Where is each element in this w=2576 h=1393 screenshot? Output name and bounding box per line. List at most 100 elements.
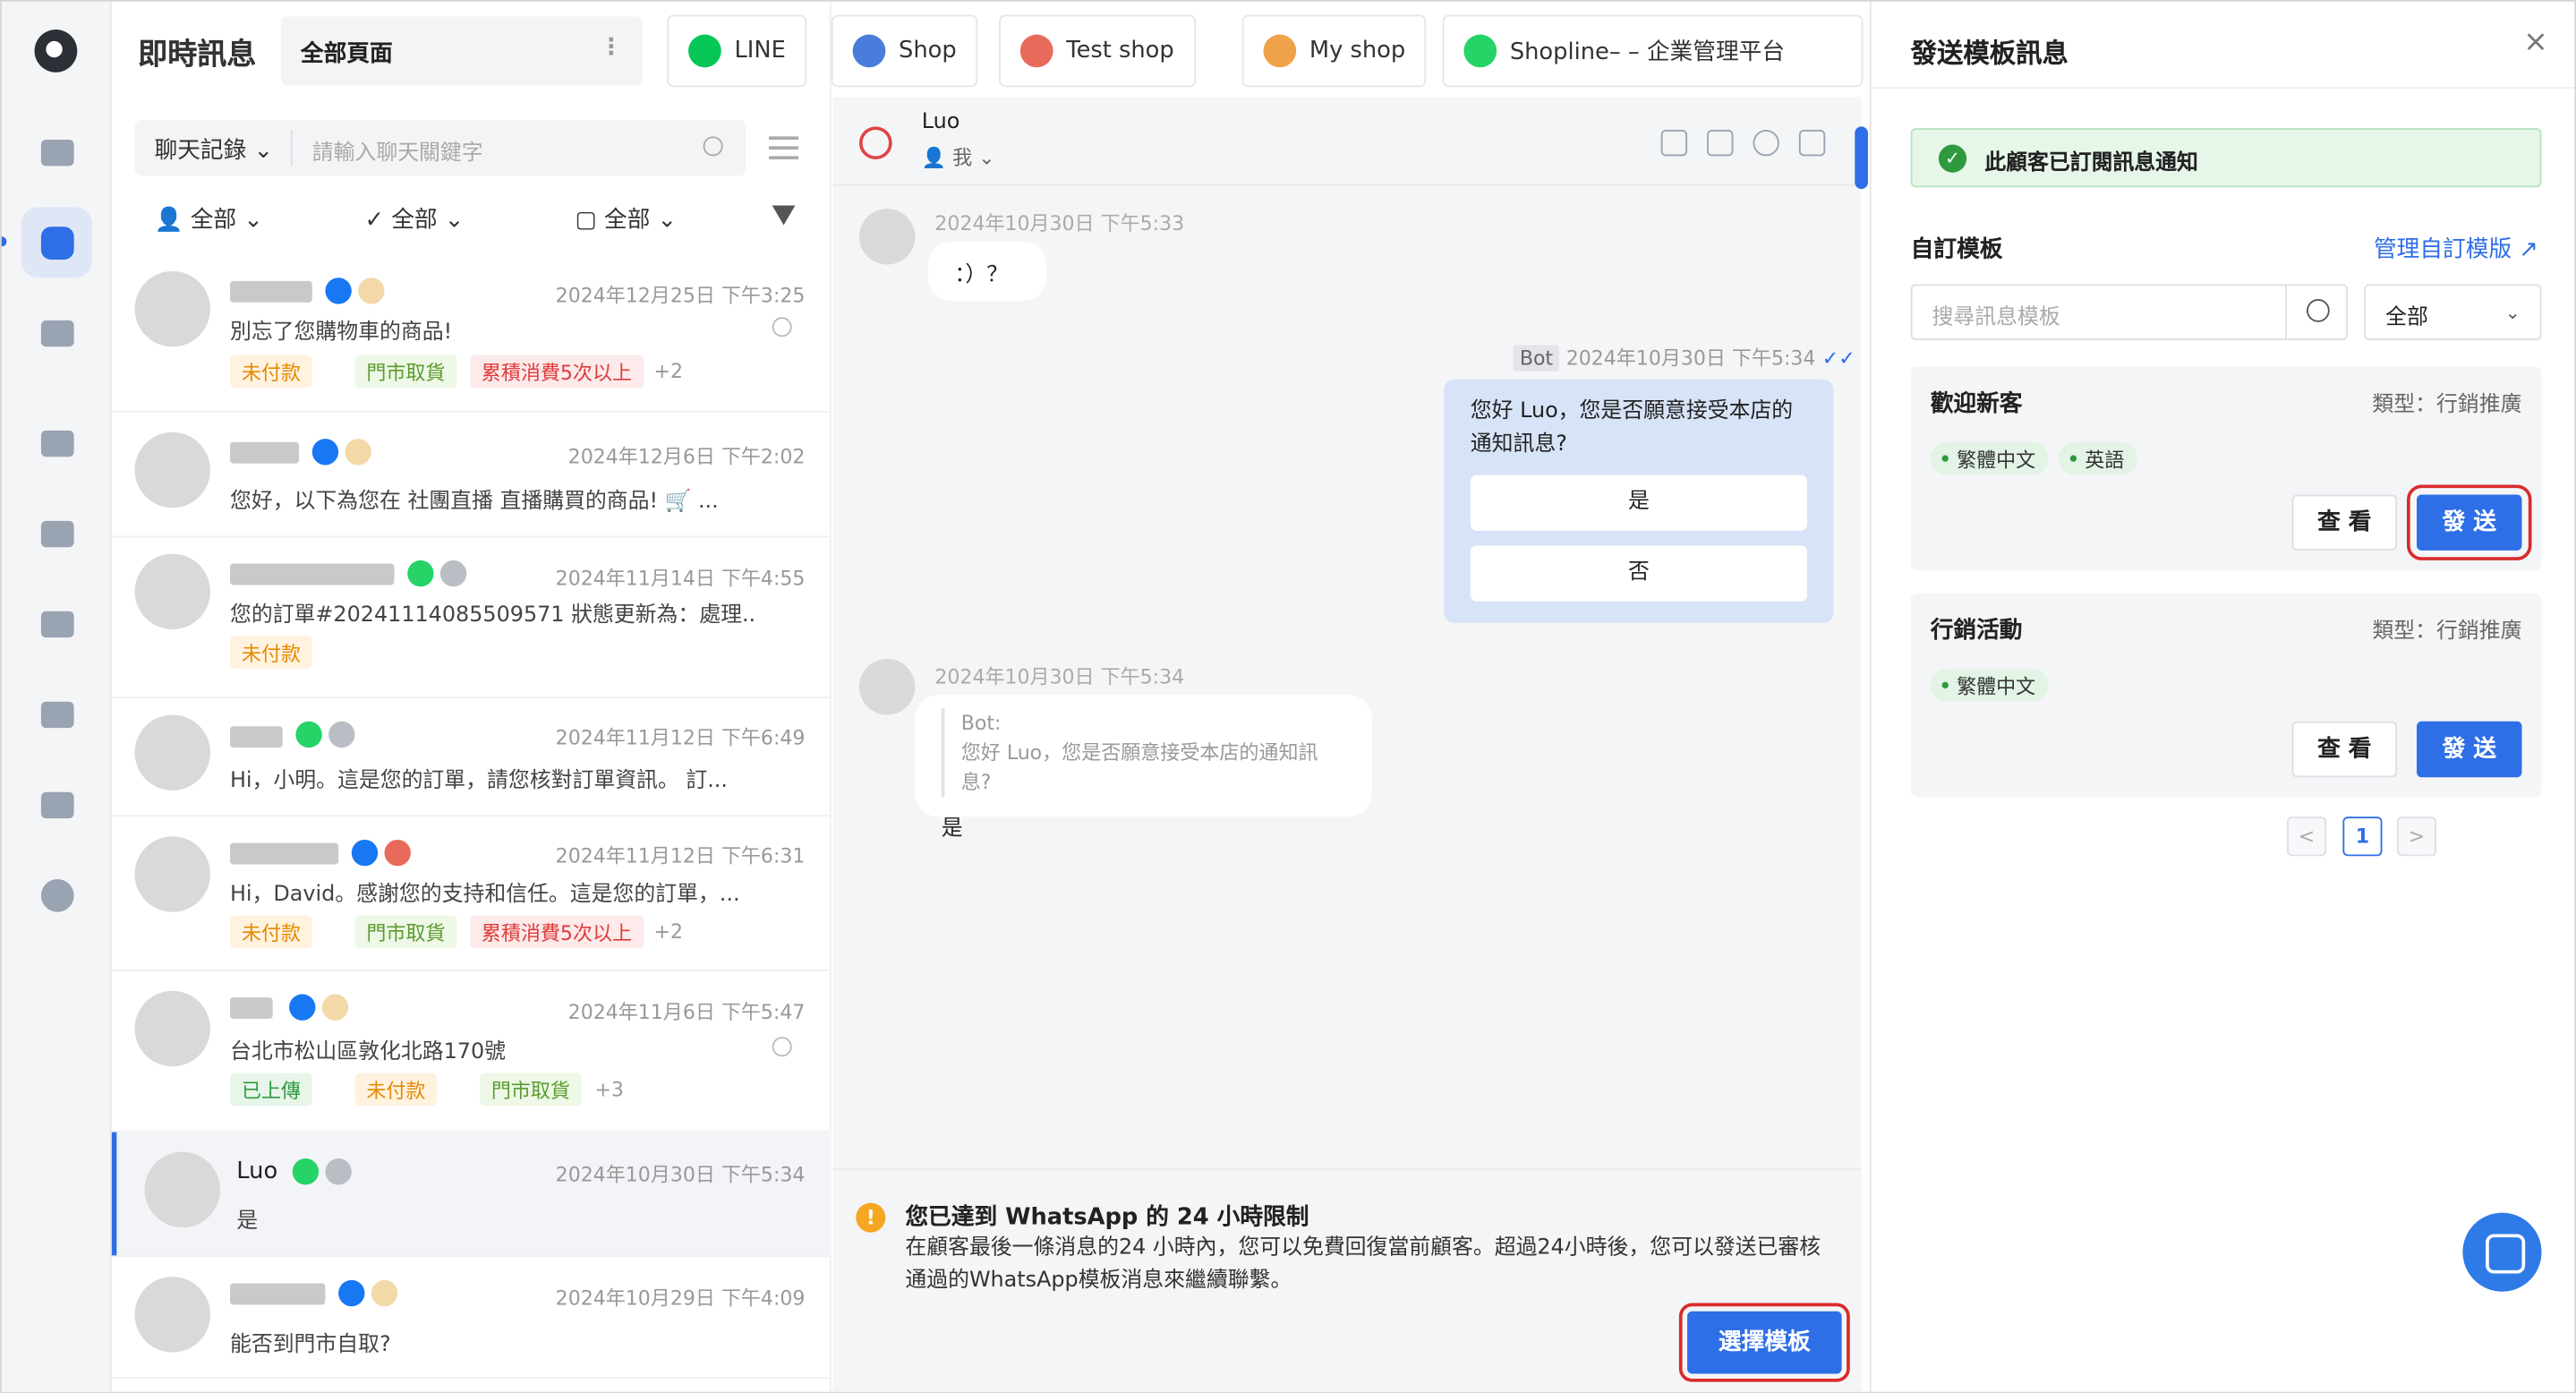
warning-icon: !	[856, 1202, 886, 1233]
app-logo-icon	[34, 30, 78, 73]
bell-icon[interactable]	[21, 588, 92, 659]
tab-shopline[interactable]: Shopline– – 企業管理平台	[1442, 14, 1864, 88]
funnel-icon[interactable]	[772, 205, 796, 226]
template-category-select[interactable]: 全部 ⌄	[2364, 284, 2542, 340]
avatar	[134, 432, 210, 508]
shop-icon	[852, 34, 886, 68]
my-shop-icon	[1263, 34, 1297, 68]
timestamp: 2024年11月14日 下午4:55	[555, 567, 806, 590]
read-status-filter[interactable]: ✓ 全部 ⌄	[364, 202, 464, 235]
conversation-item[interactable]: 2024年11月12日 下午6:49 Hi，小明。這是您的訂單，請您核對訂單資訊…	[111, 698, 832, 817]
image-icon[interactable]	[21, 297, 92, 368]
more-tags-count[interactable]: +3	[594, 1078, 623, 1101]
select-value: 全部	[2385, 305, 2428, 330]
tag-icon[interactable]	[21, 498, 92, 568]
more-tags-count[interactable]: +2	[654, 360, 683, 383]
conversation-item[interactable]: 2024年11月6日 下午5:47 台北市松山區敦化北路170號 已上傳 未付款…	[111, 971, 832, 1132]
tab-line[interactable]: LINE	[667, 14, 807, 88]
facebook-icon	[289, 994, 316, 1021]
conversation-item[interactable]: 2024年12月25日 下午3:25 別忘了您購物車的商品! 未付款 門市取貨 …	[111, 252, 832, 413]
message-preview: 您好，以下為您在 社團直播 直播購買的商品! 🛒 ...	[229, 489, 719, 515]
app-title: 即時訊息	[138, 38, 257, 73]
quote-text: 您好 Luo，您是否願意接受本店的通知訊息?	[960, 740, 1318, 794]
shop-icon	[371, 1279, 398, 1307]
tab-label: Shop	[899, 38, 957, 64]
limit-title: 您已達到 WhatsApp 的 24 小時限制	[905, 1204, 1309, 1231]
subscription-text: 此顧客已訂閱訊息通知	[1984, 150, 2198, 176]
search-scope-select[interactable]: 聊天記錄 ⌄	[155, 133, 274, 167]
inbox-icon[interactable]	[21, 116, 92, 187]
page-select[interactable]: 全部頁面 ⋮	[280, 16, 643, 86]
tab-test-shop[interactable]: Test shop	[998, 14, 1196, 88]
message-preview: Hi，David。感謝您的支持和信任。這是您的訂單，...	[229, 882, 740, 908]
next-page-button[interactable]: >	[2396, 816, 2437, 857]
star-icon[interactable]	[1660, 130, 1688, 157]
assignee-select[interactable]: 👤 我 ⌄	[922, 143, 995, 171]
tab-label: Test shop	[1066, 38, 1174, 64]
tab-shop[interactable]: Shop	[831, 14, 978, 88]
send-template-button[interactable]: 發 送	[2407, 484, 2532, 560]
bot-message: 您好 Luo，您是否願意接受本店的通知訊息? 是 否	[1444, 380, 1834, 623]
language-tag: 繁體中文	[1930, 669, 2049, 702]
contact-name-redacted	[229, 563, 395, 585]
more-tags-count[interactable]: +2	[654, 920, 683, 944]
note-icon[interactable]	[1798, 130, 1826, 157]
incoming-reply-message: Bot: 您好 Luo，您是否願意接受本店的通知訊息? 是	[915, 695, 1372, 842]
search-icon[interactable]	[2307, 299, 2330, 322]
list-view-icon[interactable]	[769, 136, 799, 160]
shopline-icon	[439, 560, 467, 587]
message-preview: Hi，小明。這是您的訂單，請您核對訂單資訊。 訂...	[229, 769, 728, 794]
quick-reply-no[interactable]: 否	[1470, 545, 1808, 602]
quick-reply-yes[interactable]: 是	[1470, 474, 1808, 531]
contact-name-redacted	[229, 997, 273, 1020]
test-shop-icon	[384, 839, 411, 867]
prev-page-button[interactable]: <	[2287, 816, 2327, 857]
search-icon[interactable]	[703, 136, 723, 157]
send-template-button[interactable]: 發 送	[2417, 721, 2522, 778]
timestamp: 2024年11月6日 下午5:47	[567, 1000, 806, 1024]
chat-icon[interactable]	[21, 207, 92, 278]
tab-my-shop[interactable]: My shop	[1241, 14, 1428, 88]
tag-store-pickup: 門市取貨	[479, 1073, 582, 1107]
app-window: 即時訊息 全部頁面 ⋮ 聊天記錄 ⌄ 請輸入聊天關鍵字 👤 全部 ⌄ ✓ 全部 …	[0, 0, 2576, 1393]
close-icon[interactable]: ×	[2523, 25, 2548, 60]
kebab-icon[interactable]: ⋮	[600, 35, 623, 61]
chat-search-input[interactable]: 請輸入聊天關鍵字	[312, 135, 483, 167]
template-card: 行銷活動 類型：行銷推廣 繁體中文 查 看 發 送	[1910, 593, 2542, 798]
card-settings-icon[interactable]	[21, 769, 92, 840]
line-icon	[688, 34, 721, 68]
conversation-item[interactable]: 2024年12月6日 下午2:02 您好，以下為您在 社團直播 直播購買的商品!…	[111, 413, 832, 538]
template-search-input[interactable]: 搜尋訊息模板	[1910, 284, 2348, 340]
message-preview: 是	[236, 1209, 259, 1235]
whatsapp-icon	[1463, 34, 1497, 68]
chevron-down-icon: ⌄	[2504, 302, 2521, 324]
page-number-button[interactable]: 1	[2342, 816, 2383, 857]
order-status-filter[interactable]: ▢ 全部 ⌄	[575, 202, 677, 235]
block-icon[interactable]	[1753, 130, 1779, 157]
whatsapp-icon	[295, 721, 322, 748]
conversation-item[interactable]: 2024年11月12日 下午6:31 Hi，David。感謝您的支持和信任。這是…	[111, 816, 832, 971]
assignee-filter[interactable]: 👤 全部 ⌄	[155, 202, 263, 235]
team-icon[interactable]	[21, 679, 92, 749]
view-template-button[interactable]: 查 看	[2291, 721, 2397, 778]
more-icon[interactable]	[21, 859, 92, 930]
chat-area: Luo 👤 我 ⌄ 2024年10月30日 下午5:33 ：）？ Bot 2024…	[832, 97, 1868, 1392]
comment-icon[interactable]	[1707, 130, 1734, 157]
facebook-icon	[311, 439, 339, 466]
conversation-item[interactable]: 2024年11月14日 下午4:55 您的訂單#2024111408550957…	[111, 537, 832, 699]
manage-templates-link[interactable]: 管理自訂模版 ↗	[2374, 232, 2538, 265]
robot-icon[interactable]	[21, 407, 92, 478]
clock-icon	[858, 126, 892, 160]
view-template-button[interactable]: 查 看	[2291, 494, 2397, 551]
conversation-item[interactable]: 2024年10月29日 下午4:09 能否到門市自取?	[111, 1257, 832, 1379]
conversation-item-active[interactable]: Luo 2024年10月30日 下午5:34 是	[111, 1132, 832, 1258]
tag-unpaid: 未付款	[229, 915, 312, 949]
choose-template-button[interactable]: 選擇模板	[1678, 1303, 1850, 1382]
contact-name: Luo	[236, 1158, 278, 1185]
divider	[1871, 87, 2575, 90]
timestamp: 2024年10月30日 下午5:34	[555, 1163, 806, 1187]
support-chat-icon[interactable]	[2462, 1212, 2542, 1292]
contact-name-redacted	[229, 726, 283, 748]
side-toggle[interactable]	[1855, 126, 1868, 190]
message-preview: 別忘了您購物車的商品!	[229, 320, 453, 346]
